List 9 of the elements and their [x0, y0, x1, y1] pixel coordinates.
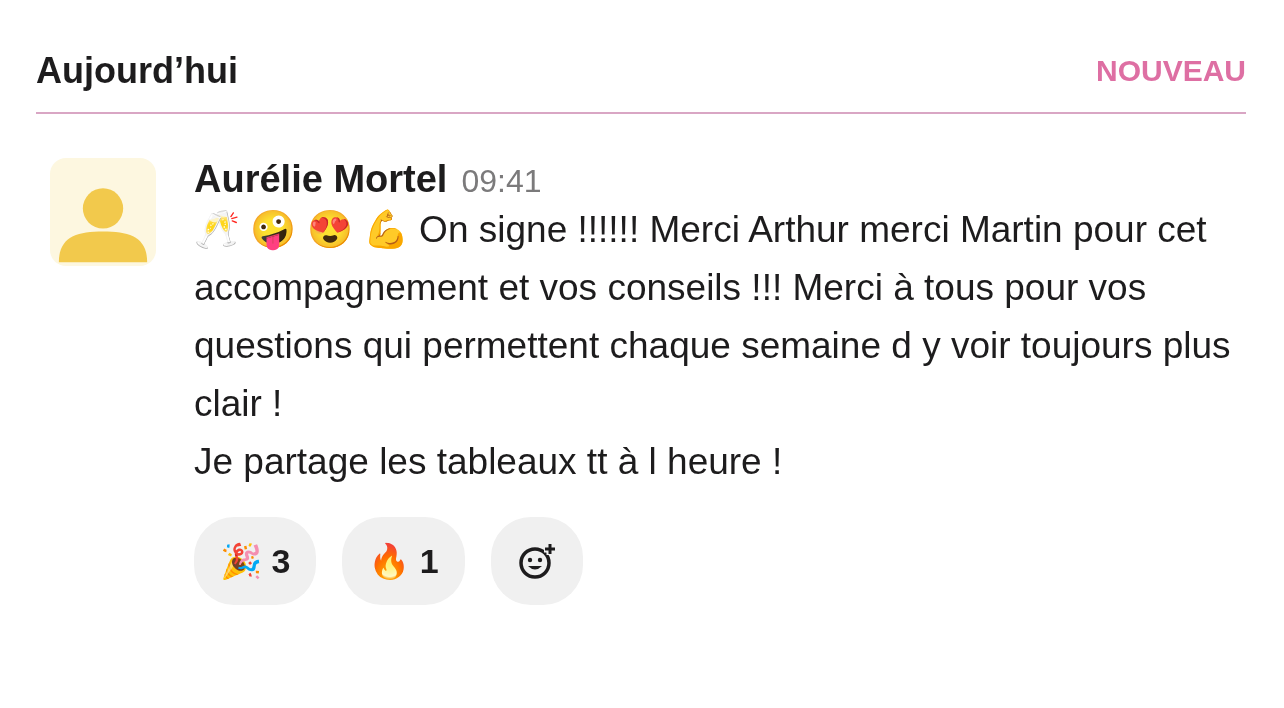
- day-heading: Aujourd’hui: [36, 50, 238, 92]
- author-name[interactable]: Aurélie Mortel: [194, 158, 448, 201]
- new-label: NOUVEAU: [1096, 54, 1246, 88]
- message-text: Je partage les tableaux tt à l heure !: [194, 440, 784, 484]
- message-time[interactable]: 09:41: [461, 163, 542, 200]
- message-text: 🥂 🤪 😍 💪 On signe !!!!!! Merci Arthur merci Martin pour cet accompagnement et vos conseils !!! Merci à tous pour vos questions qui permettent chaque semaine d y voir toujours plus clair !: [194, 208, 1232, 426]
- reaction-button[interactable]: 🎉 3: [194, 517, 317, 605]
- add-emoji-icon: [516, 541, 557, 581]
- reaction-button[interactable]: 🔥 1: [342, 517, 465, 605]
